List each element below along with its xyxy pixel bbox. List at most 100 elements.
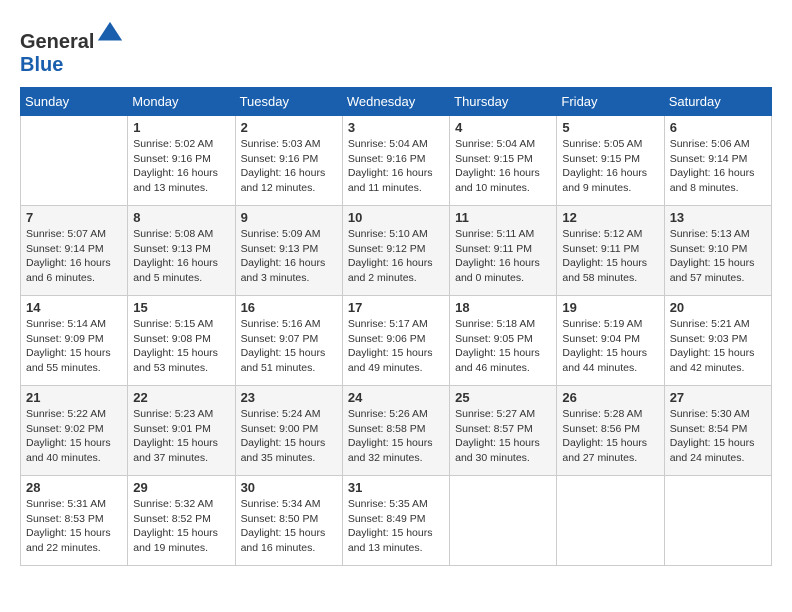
- day-number: 30: [241, 480, 337, 495]
- day-number: 5: [562, 120, 658, 135]
- day-number: 3: [348, 120, 444, 135]
- day-info: Sunrise: 5:04 AMSunset: 9:16 PMDaylight:…: [348, 137, 444, 196]
- calendar-cell: 10Sunrise: 5:10 AMSunset: 9:12 PMDayligh…: [342, 206, 449, 296]
- calendar-cell: 26 Sunrise: 5:28 AMSunset: 8:56 PMDayligh…: [557, 386, 664, 476]
- day-number: 1: [133, 120, 229, 135]
- day-number: 14: [26, 300, 122, 315]
- day-info: Sunrise: 5:35 AMSunset: 8:49 PMDaylight:…: [348, 497, 444, 556]
- calendar-cell: 14 Sunrise: 5:14 AMSunset: 9:09 PMDayligh…: [21, 296, 128, 386]
- day-number: 8: [133, 210, 229, 225]
- day-info: Sunrise: 5:34 AMSunset: 8:50 PMDaylight:…: [241, 497, 337, 556]
- weekday-header-saturday: Saturday: [664, 88, 771, 116]
- calendar-cell: 7Sunrise: 5:07 AMSunset: 9:14 PMDaylight…: [21, 206, 128, 296]
- day-info: Sunrise: 5:27 AMSunset: 8:57 PMDaylight:…: [455, 407, 551, 466]
- calendar-cell: 27 Sunrise: 5:30 AMSunset: 8:54 PMDayligh…: [664, 386, 771, 476]
- day-info: Sunrise: 5:16 AMSunset: 9:07 PMDaylight:…: [241, 317, 337, 376]
- day-info: Sunrise: 5:28 AMSunset: 8:56 PMDaylight:…: [562, 407, 658, 466]
- calendar-table: SundayMondayTuesdayWednesdayThursdayFrid…: [20, 87, 772, 566]
- calendar-cell: 15 Sunrise: 5:15 AMSunset: 9:08 PMDayligh…: [128, 296, 235, 386]
- day-number: 21: [26, 390, 122, 405]
- day-number: 28: [26, 480, 122, 495]
- calendar-cell: 18 Sunrise: 5:18 AMSunset: 9:05 PMDayligh…: [450, 296, 557, 386]
- calendar-cell: 22 Sunrise: 5:23 AMSunset: 9:01 PMDayligh…: [128, 386, 235, 476]
- calendar-cell: 8 Sunrise: 5:08 AMSunset: 9:13 PMDaylight…: [128, 206, 235, 296]
- calendar-cell: [450, 476, 557, 566]
- calendar-cell: 29 Sunrise: 5:32 AMSunset: 8:52 PMDayligh…: [128, 476, 235, 566]
- day-info: Sunrise: 5:21 AMSunset: 9:03 PMDaylight:…: [670, 317, 766, 376]
- day-info: Sunrise: 5:09 AMSunset: 9:13 PMDaylight:…: [241, 227, 337, 286]
- calendar-cell: 3 Sunrise: 5:04 AMSunset: 9:16 PMDaylight…: [342, 116, 449, 206]
- calendar-cell: 11 Sunrise: 5:11 AMSunset: 9:11 PMDayligh…: [450, 206, 557, 296]
- day-info: Sunrise: 5:22 AMSunset: 9:02 PMDaylight:…: [26, 407, 122, 466]
- day-info: Sunrise: 5:30 AMSunset: 8:54 PMDaylight:…: [670, 407, 766, 466]
- calendar-cell: 23 Sunrise: 5:24 AMSunset: 9:00 PMDayligh…: [235, 386, 342, 476]
- day-info: Sunrise: 5:05 AMSunset: 9:15 PMDaylight:…: [562, 137, 658, 196]
- day-info: Sunrise: 5:19 AMSunset: 9:04 PMDaylight:…: [562, 317, 658, 376]
- calendar-cell: 12 Sunrise: 5:12 AMSunset: 9:11 PMDayligh…: [557, 206, 664, 296]
- day-info: Sunrise: 5:23 AMSunset: 9:01 PMDaylight:…: [133, 407, 229, 466]
- day-number: 27: [670, 390, 766, 405]
- day-number: 7: [26, 210, 122, 225]
- day-info: Sunrise: 5:15 AMSunset: 9:08 PMDaylight:…: [133, 317, 229, 376]
- day-number: 31: [348, 480, 444, 495]
- day-info: Sunrise: 5:06 AMSunset: 9:14 PMDaylight:…: [670, 137, 766, 196]
- calendar-cell: [557, 476, 664, 566]
- calendar-cell: 21 Sunrise: 5:22 AMSunset: 9:02 PMDayligh…: [21, 386, 128, 476]
- day-info: Sunrise: 5:17 AMSunset: 9:06 PMDaylight:…: [348, 317, 444, 376]
- day-number: 29: [133, 480, 229, 495]
- day-number: 24: [348, 390, 444, 405]
- calendar-cell: 5 Sunrise: 5:05 AMSunset: 9:15 PMDaylight…: [557, 116, 664, 206]
- logo-blue: Blue: [20, 54, 63, 76]
- calendar-cell: 19Sunrise: 5:19 AMSunset: 9:04 PMDayligh…: [557, 296, 664, 386]
- logo-icon: [96, 20, 124, 48]
- calendar-cell: 31 Sunrise: 5:35 AMSunset: 8:49 PMDayligh…: [342, 476, 449, 566]
- day-info: Sunrise: 5:04 AMSunset: 9:15 PMDaylight:…: [455, 137, 551, 196]
- weekday-header-friday: Friday: [557, 88, 664, 116]
- calendar-cell: 16 Sunrise: 5:16 AMSunset: 9:07 PMDayligh…: [235, 296, 342, 386]
- day-number: 15: [133, 300, 229, 315]
- day-number: 2: [241, 120, 337, 135]
- day-number: 25: [455, 390, 551, 405]
- day-number: 22: [133, 390, 229, 405]
- calendar-cell: 28 Sunrise: 5:31 AMSunset: 8:53 PMDayligh…: [21, 476, 128, 566]
- day-number: 11: [455, 210, 551, 225]
- day-info: Sunrise: 5:12 AMSunset: 9:11 PMDaylight:…: [562, 227, 658, 286]
- day-info: Sunrise: 5:24 AMSunset: 9:00 PMDaylight:…: [241, 407, 337, 466]
- day-number: 17: [348, 300, 444, 315]
- day-number: 9: [241, 210, 337, 225]
- day-info: Sunrise: 5:11 AMSunset: 9:11 PMDaylight:…: [455, 227, 551, 286]
- weekday-header-row: SundayMondayTuesdayWednesdayThursdayFrid…: [21, 88, 772, 116]
- day-number: 6: [670, 120, 766, 135]
- weekday-header-thursday: Thursday: [450, 88, 557, 116]
- calendar-cell: 17 Sunrise: 5:17 AMSunset: 9:06 PMDayligh…: [342, 296, 449, 386]
- calendar-week-row: 28 Sunrise: 5:31 AMSunset: 8:53 PMDayligh…: [21, 476, 772, 566]
- day-info: Sunrise: 5:03 AMSunset: 9:16 PMDaylight:…: [241, 137, 337, 196]
- day-number: 23: [241, 390, 337, 405]
- day-number: 4: [455, 120, 551, 135]
- calendar-cell: [664, 476, 771, 566]
- day-number: 12: [562, 210, 658, 225]
- day-info: Sunrise: 5:18 AMSunset: 9:05 PMDaylight:…: [455, 317, 551, 376]
- day-number: 16: [241, 300, 337, 315]
- logo: General Blue: [20, 20, 124, 77]
- calendar-cell: 6 Sunrise: 5:06 AMSunset: 9:14 PMDaylight…: [664, 116, 771, 206]
- day-number: 20: [670, 300, 766, 315]
- calendar-week-row: 21 Sunrise: 5:22 AMSunset: 9:02 PMDayligh…: [21, 386, 772, 476]
- calendar-cell: 2 Sunrise: 5:03 AMSunset: 9:16 PMDaylight…: [235, 116, 342, 206]
- day-info: Sunrise: 5:32 AMSunset: 8:52 PMDaylight:…: [133, 497, 229, 556]
- weekday-header-wednesday: Wednesday: [342, 88, 449, 116]
- day-info: Sunrise: 5:26 AMSunset: 8:58 PMDaylight:…: [348, 407, 444, 466]
- day-info: Sunrise: 5:31 AMSunset: 8:53 PMDaylight:…: [26, 497, 122, 556]
- logo-general: General: [20, 31, 94, 53]
- calendar-week-row: 1Sunrise: 5:02 AMSunset: 9:16 PMDaylight…: [21, 116, 772, 206]
- calendar-cell: 4 Sunrise: 5:04 AMSunset: 9:15 PMDaylight…: [450, 116, 557, 206]
- calendar-cell: 1Sunrise: 5:02 AMSunset: 9:16 PMDaylight…: [128, 116, 235, 206]
- calendar-cell: [21, 116, 128, 206]
- day-info: Sunrise: 5:08 AMSunset: 9:13 PMDaylight:…: [133, 227, 229, 286]
- day-number: 18: [455, 300, 551, 315]
- weekday-header-monday: Monday: [128, 88, 235, 116]
- day-number: 26: [562, 390, 658, 405]
- weekday-header-sunday: Sunday: [21, 88, 128, 116]
- day-info: Sunrise: 5:14 AMSunset: 9:09 PMDaylight:…: [26, 317, 122, 376]
- day-info: Sunrise: 5:13 AMSunset: 9:10 PMDaylight:…: [670, 227, 766, 286]
